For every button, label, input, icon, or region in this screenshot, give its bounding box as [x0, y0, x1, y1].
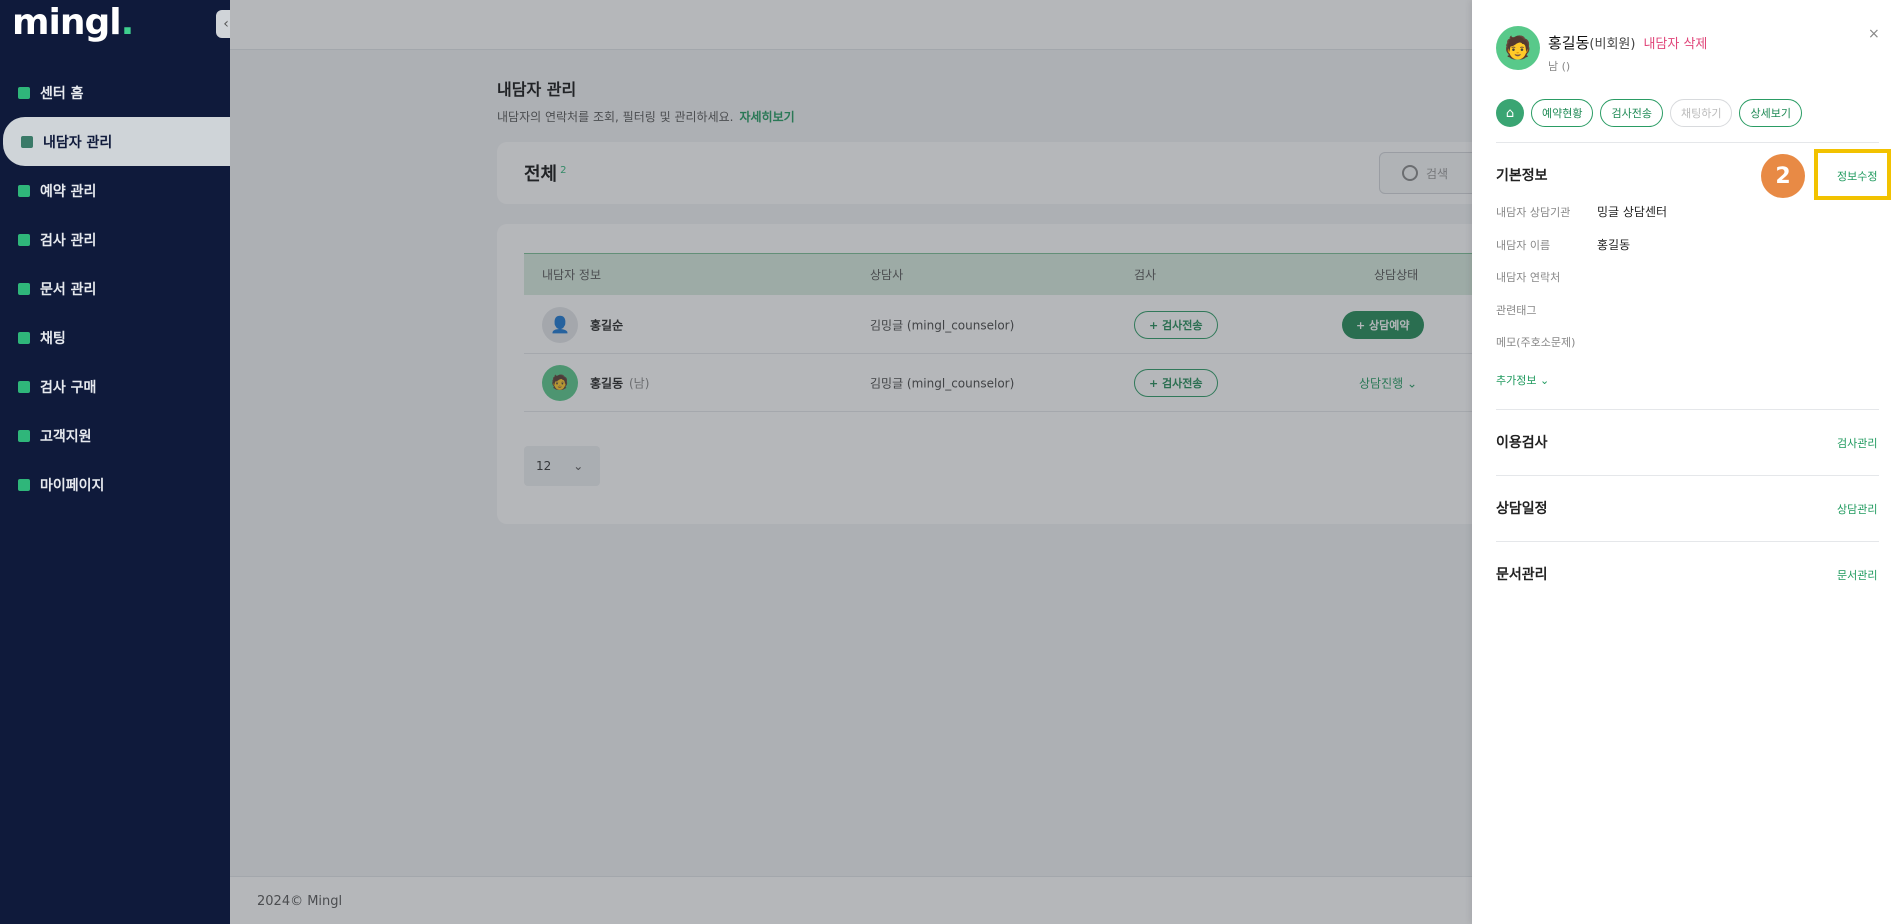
user-icon [18, 478, 30, 491]
cart-icon [18, 380, 30, 393]
field-label: 관련태그 [1496, 304, 1537, 317]
step-badge: 2 [1761, 154, 1805, 198]
manage-counseling-link[interactable]: 상담관리 [1837, 501, 1877, 517]
sidebar-nav: 센터 홈 내담자 관리 예약 관리 검사 관리 문서 관리 채팅 검사 구매 고… [0, 68, 230, 509]
avatar: 🧑 [1496, 26, 1540, 70]
clients-icon [21, 135, 33, 148]
delete-client-button[interactable]: 내담자 삭제 [1643, 37, 1707, 52]
divider [1496, 409, 1879, 410]
sidebar: mingl. ‹ 센터 홈 내담자 관리 예약 관리 검사 관리 문서 관리 채… [0, 0, 236, 924]
client-name-header: 홍길동(비회원) 내담자 삭제 [1548, 34, 1708, 52]
manage-tests-link[interactable]: 검사관리 [1837, 435, 1877, 451]
divider [1496, 142, 1879, 143]
divider [1496, 541, 1879, 542]
more-info-toggle[interactable]: 추가정보 ⌄ [1496, 372, 1549, 388]
calendar-icon [18, 184, 30, 197]
section-title: 이용검사 [1496, 435, 1548, 451]
home-icon[interactable]: ⌂ [1496, 99, 1524, 127]
chevron-down-icon: ⌄ [1539, 374, 1550, 387]
sidebar-item-documents[interactable]: 문서 관리 [0, 264, 230, 313]
field-label: 메모(주호소문제) [1496, 336, 1576, 349]
sidebar-item-support[interactable]: 고객지원 [0, 411, 230, 460]
field-value: 밍글 상담센터 [1597, 205, 1668, 219]
test-icon [18, 233, 30, 246]
modal-overlay[interactable] [230, 0, 1472, 924]
view-details-button[interactable]: 상세보기 [1739, 99, 1802, 127]
section-title: 상담일정 [1496, 501, 1548, 517]
support-icon [18, 429, 30, 442]
manage-documents-link[interactable]: 문서관리 [1837, 567, 1877, 583]
sidebar-item-center-home[interactable]: 센터 홈 [0, 68, 230, 117]
chat-icon [18, 331, 30, 344]
sidebar-item-purchase[interactable]: 검사 구매 [0, 362, 230, 411]
reservation-status-button[interactable]: 예약현황 [1531, 99, 1594, 127]
divider [1496, 475, 1879, 476]
client-detail-drawer: 🧑 홍길동(비회원) 내담자 삭제 남 () × ⌂ 예약현황 검사전송 채팅하기… [1472, 0, 1903, 924]
sidebar-item-tests[interactable]: 검사 관리 [0, 215, 230, 264]
document-icon [18, 282, 30, 295]
field-label: 내담자 이름 [1496, 239, 1551, 252]
send-test-button[interactable]: 검사전송 [1600, 99, 1663, 127]
sidebar-item-chat[interactable]: 채팅 [0, 313, 230, 362]
drawer-actions: ⌂ 예약현황 검사전송 채팅하기 상세보기 [1496, 99, 1802, 127]
field-label: 내담자 상담기관 [1496, 206, 1571, 219]
client-gender-age: 남 () [1548, 60, 1571, 73]
field-value: 홍길동 [1597, 238, 1631, 252]
basic-info-title: 기본정보 [1496, 168, 1548, 184]
chevron-left-icon: ‹ [223, 16, 229, 32]
close-icon[interactable]: × [1868, 26, 1880, 42]
section-title: 문서관리 [1496, 567, 1548, 583]
field-label: 내담자 연락처 [1496, 271, 1561, 284]
sidebar-item-reservations[interactable]: 예약 관리 [0, 166, 230, 215]
sidebar-item-mypage[interactable]: 마이페이지 [0, 460, 230, 509]
edit-info-button[interactable]: 정보수정 [1837, 168, 1877, 184]
home-icon [18, 86, 30, 99]
sidebar-item-clients[interactable]: 내담자 관리 [3, 117, 230, 166]
app-logo[interactable]: mingl. [12, 2, 134, 43]
chat-button[interactable]: 채팅하기 [1669, 99, 1733, 127]
